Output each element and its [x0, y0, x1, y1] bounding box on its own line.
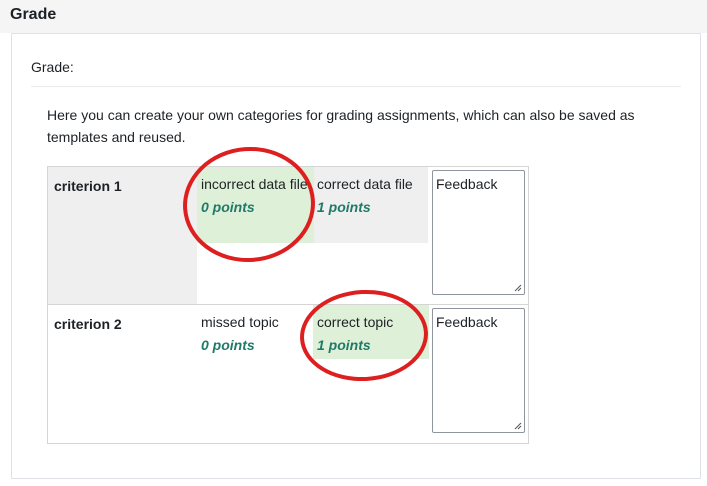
criterion-1-name: criterion 1 — [54, 178, 122, 194]
level-label: missed topic — [201, 314, 279, 330]
feedback-textarea[interactable]: Feedback — [432, 308, 525, 433]
level-points: 1 points — [317, 199, 371, 215]
level-label: correct data file — [317, 176, 413, 192]
level-points: 0 points — [201, 337, 255, 353]
level-points: 0 points — [201, 199, 255, 215]
resize-handle-icon[interactable] — [514, 284, 522, 292]
feedback-placeholder: Feedback — [436, 314, 498, 330]
panel-divider — [31, 86, 681, 87]
grade-label: Grade: — [31, 59, 74, 75]
resize-handle-icon[interactable] — [514, 422, 522, 430]
criterion-2-level-2[interactable]: correct topic 1 points — [313, 305, 429, 359]
level-points: 1 points — [317, 337, 371, 353]
level-label: incorrect data file — [201, 176, 308, 192]
feedback-textarea[interactable]: Feedback — [432, 170, 525, 295]
criterion-2-level-1[interactable]: missed topic 0 points — [197, 305, 313, 359]
criterion-1-level-1[interactable]: incorrect data file 0 points — [197, 167, 314, 243]
section-title: Grade — [10, 6, 57, 23]
criterion-1-level-2[interactable]: correct data file 1 points — [313, 167, 429, 243]
criterion-2-name: criterion 2 — [54, 316, 122, 332]
intro-text: Here you can create your own categories … — [47, 107, 635, 145]
section-header: Grade — [0, 0, 707, 33]
feedback-placeholder: Feedback — [436, 176, 498, 192]
level-label: correct topic — [317, 314, 394, 330]
